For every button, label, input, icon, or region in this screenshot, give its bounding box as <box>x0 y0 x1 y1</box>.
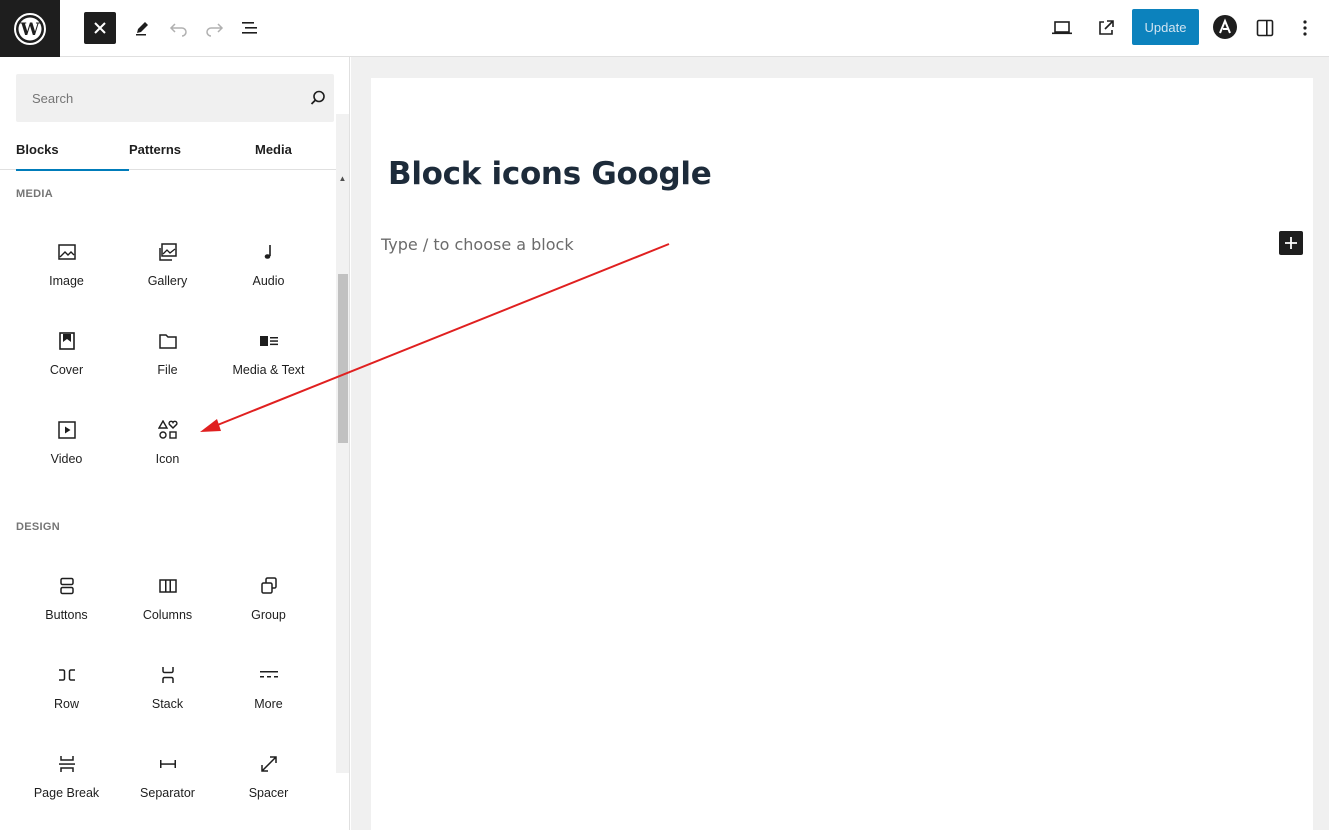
close-inserter-button[interactable] <box>84 12 116 44</box>
svg-text:W: W <box>19 20 40 40</box>
block-more[interactable]: More <box>218 663 319 743</box>
block-audio[interactable]: Audio <box>218 240 319 320</box>
block-gallery[interactable]: Gallery <box>117 240 218 320</box>
view-post-button[interactable] <box>1092 14 1120 42</box>
shapes-icon <box>156 418 180 442</box>
block-placeholder[interactable]: Type / to choose a block <box>381 235 574 254</box>
block-label: Columns <box>142 608 193 622</box>
scrollbar-thumb[interactable] <box>338 274 348 443</box>
settings-sidebar-button[interactable] <box>1251 14 1279 42</box>
group-icon <box>257 574 281 598</box>
block-label: File <box>157 363 178 377</box>
block-file[interactable]: File <box>117 329 218 409</box>
design-category-title: DESIGN <box>16 521 60 533</box>
block-label: Group <box>251 608 286 622</box>
image-icon <box>55 240 79 264</box>
block-row[interactable]: Row <box>16 663 117 743</box>
buttons-icon <box>55 574 79 598</box>
block-group[interactable]: Group <box>218 574 319 654</box>
tab-patterns-label: Patterns <box>129 141 182 157</box>
tab-blocks-indicator <box>0 128 113 170</box>
block-label: Separator <box>140 786 195 800</box>
block-media-text[interactable]: Media & Text <box>218 329 319 409</box>
tools-edit-button[interactable] <box>128 14 156 42</box>
block-label: Buttons <box>45 608 88 622</box>
options-menu-button[interactable] <box>1291 14 1319 42</box>
tab-patterns[interactable]: Patterns <box>129 128 181 170</box>
undo-icon <box>169 23 187 37</box>
block-label: Image <box>49 274 84 288</box>
wordpress-logo-button[interactable]: W <box>0 0 60 57</box>
block-cover[interactable]: Cover <box>16 329 117 409</box>
block-label: Row <box>53 697 79 711</box>
block-stack[interactable]: Stack <box>117 663 218 743</box>
post-title[interactable]: Block icons Google <box>388 156 712 192</box>
block-spacer[interactable]: Spacer <box>218 752 319 830</box>
tab-media[interactable]: Media <box>255 128 292 170</box>
pencil-icon <box>136 22 148 36</box>
video-icon <box>55 418 79 442</box>
audio-icon <box>257 240 281 264</box>
inserter-scrollbar[interactable] <box>336 114 349 773</box>
inserter-tabs: Blocks Patterns Media <box>0 128 349 171</box>
wordpress-logo-icon: W <box>14 12 46 45</box>
redo-button[interactable] <box>200 14 228 42</box>
block-label: More <box>254 697 283 711</box>
block-label: Media & Text <box>232 363 305 377</box>
undo-button[interactable] <box>165 14 193 42</box>
block-buttons[interactable]: Buttons <box>16 574 117 654</box>
update-button[interactable]: Update <box>1132 9 1199 45</box>
separator-icon <box>156 752 180 776</box>
block-image[interactable]: Image <box>16 240 117 320</box>
plus-icon <box>1285 237 1297 249</box>
laptop-icon <box>1052 21 1072 35</box>
spacer-icon <box>257 752 281 776</box>
block-label: Cover <box>49 363 84 377</box>
block-icon[interactable]: Icon <box>117 418 218 498</box>
update-button-label: Update <box>1144 19 1187 35</box>
more-vertical-icon <box>1303 20 1307 36</box>
row-icon <box>55 663 79 687</box>
sidebar-toggle-icon <box>1256 19 1274 37</box>
media-text-icon <box>257 329 281 353</box>
stack-icon <box>156 663 180 687</box>
block-label: Gallery <box>147 274 188 288</box>
block-label: Stack <box>151 697 184 711</box>
block-separator[interactable]: Separator <box>117 752 218 830</box>
block-label: Audio <box>252 274 285 288</box>
add-block-button[interactable] <box>1279 231 1303 255</box>
block-label: Icon <box>155 452 180 466</box>
block-label: Page Break <box>33 786 100 800</box>
close-icon <box>94 22 106 34</box>
preview-device-button[interactable] <box>1048 14 1076 42</box>
block-page-break[interactable]: Page Break <box>16 752 117 830</box>
redo-icon <box>206 23 224 37</box>
search-icon[interactable] <box>308 88 328 108</box>
media-category-title: MEDIA <box>16 188 53 200</box>
tab-media-label: Media <box>255 141 292 157</box>
block-search <box>16 74 334 122</box>
list-view-icon <box>242 22 257 34</box>
scroll-up-arrow-icon[interactable]: ▲ <box>336 171 349 185</box>
file-icon <box>156 329 180 353</box>
block-video[interactable]: Video <box>16 418 117 498</box>
page-break-icon <box>55 752 79 776</box>
cover-icon <box>55 329 79 353</box>
external-link-icon <box>1099 20 1114 35</box>
block-label: Video <box>50 452 83 466</box>
columns-icon <box>156 574 180 598</box>
editor-top-toolbar: W Update <box>0 0 1329 57</box>
block-label: Spacer <box>248 786 289 800</box>
editor-canvas[interactable]: Block icons Google Type / to choose a bl… <box>371 78 1313 830</box>
document-overview-button[interactable] <box>236 14 264 42</box>
block-search-input[interactable] <box>16 74 286 122</box>
astra-settings-button[interactable] <box>1211 13 1239 41</box>
gallery-icon <box>156 240 180 264</box>
block-columns[interactable]: Columns <box>117 574 218 654</box>
more-icon <box>257 663 281 687</box>
astra-logo-icon <box>1213 15 1237 39</box>
